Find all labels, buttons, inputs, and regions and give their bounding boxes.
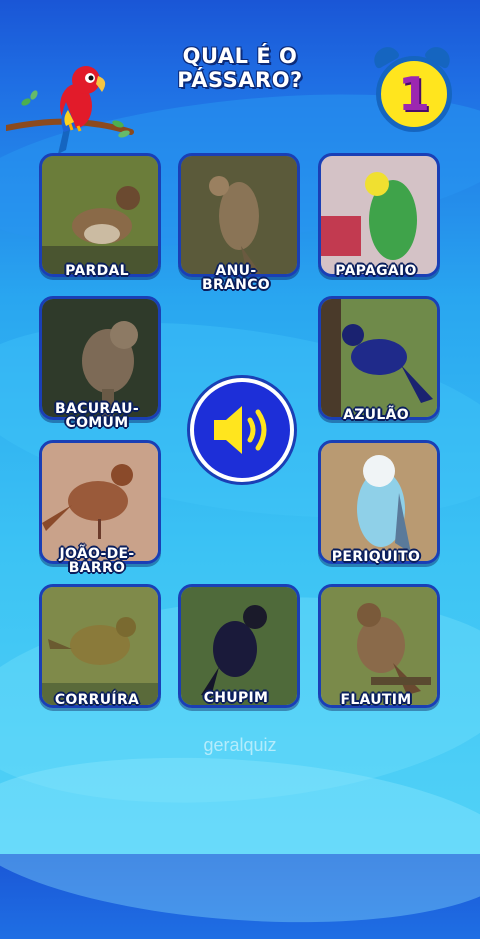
title-line-1: QUAL É O (182, 44, 298, 68)
bird-card-anu-branco[interactable] (178, 153, 300, 277)
bird-photo (42, 299, 158, 417)
play-sound-button[interactable] (190, 378, 294, 482)
bird-label: CHUPIM (203, 690, 269, 706)
bird-photo (321, 587, 437, 705)
page-title: QUAL É O PÁSSARO? (140, 44, 340, 92)
bird-label: PARDAL (65, 263, 129, 279)
bird-photo (321, 443, 437, 561)
bird-label: CORRUÍRA (54, 692, 140, 708)
bird-label: PAPAGAIO (335, 263, 417, 279)
bird-card-pardal[interactable] (39, 153, 161, 277)
bird-photo (181, 587, 297, 705)
bird-card-corruira[interactable] (39, 584, 161, 708)
alarm-clock-icon: 1 (376, 56, 452, 132)
speaker-icon (214, 406, 267, 454)
round-counter: 1 (369, 42, 455, 132)
watermark: geralquiz (203, 735, 277, 755)
bird-photo (181, 156, 297, 274)
bird-card-azulao[interactable] (318, 296, 440, 420)
round-number: 1 (397, 67, 430, 121)
bird-card-flautim[interactable] (318, 584, 440, 708)
bird-label: PERIQUITO (331, 549, 421, 565)
title-line-2: PÁSSARO? (177, 68, 303, 92)
bird-card-periquito[interactable] (318, 440, 440, 564)
bird-card-papagaio[interactable] (318, 153, 440, 277)
bird-label: ANU- BRANCO (202, 263, 270, 293)
bird-label: AZULÃO (343, 407, 409, 423)
background-wave (0, 740, 480, 939)
bird-photo (42, 156, 158, 274)
bird-photo (42, 443, 158, 561)
bird-label: BACURAU- COMUM (55, 401, 139, 431)
bird-photo (42, 587, 158, 705)
bird-photo (321, 299, 437, 417)
bird-photo (321, 156, 437, 274)
bird-label: FLAUTIM (340, 692, 412, 708)
bird-label: JOÃO-DE- BARRO (59, 546, 135, 576)
parrot-mascot-icon (6, 66, 134, 154)
